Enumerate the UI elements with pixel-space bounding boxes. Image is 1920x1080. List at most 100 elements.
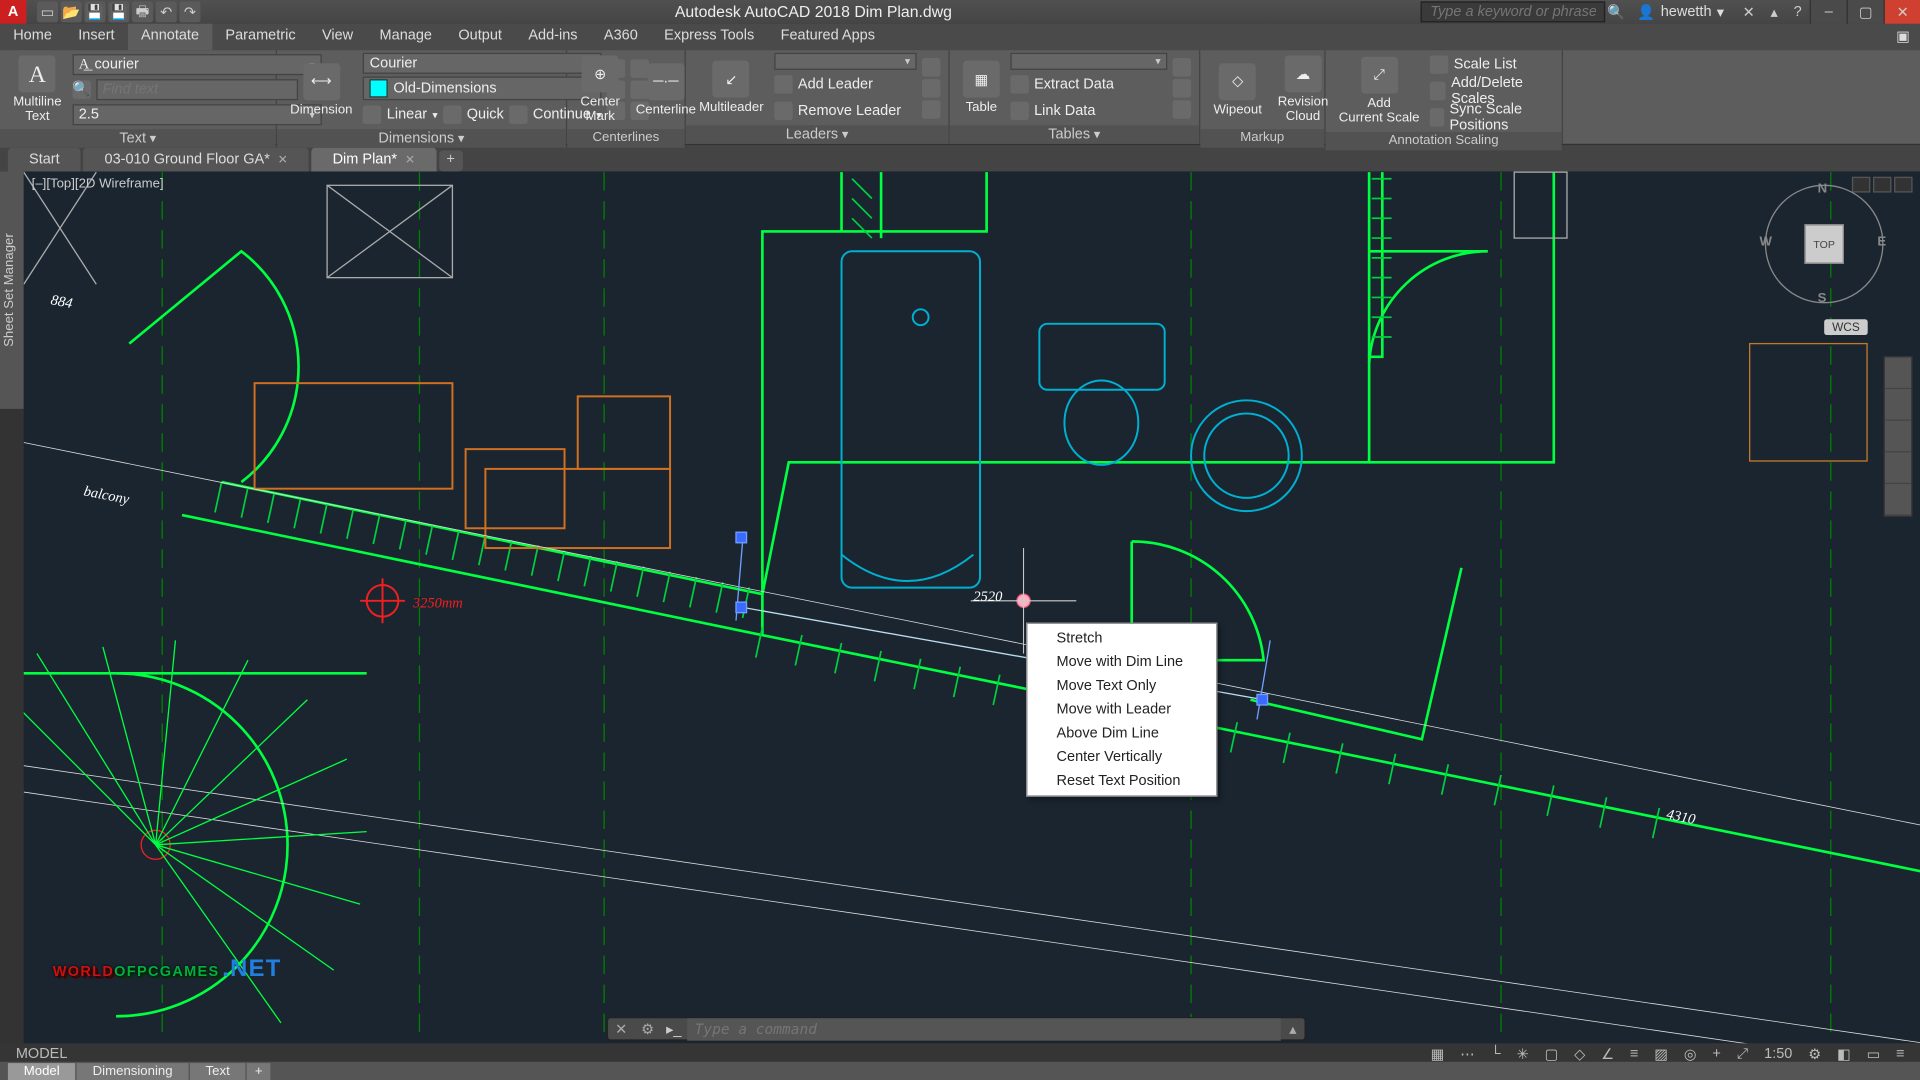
ctx-stretch[interactable]: Stretch	[1028, 627, 1217, 651]
qat-open-icon[interactable]: 📂	[61, 1, 82, 22]
sheet-set-manager-tab[interactable]: Sheet Set Manager	[0, 171, 24, 408]
ribbon-collapse-icon[interactable]: ▣	[1886, 24, 1920, 50]
sb-polar-icon[interactable]: ✳	[1511, 1045, 1534, 1062]
tab-express[interactable]: Express Tools	[651, 24, 767, 50]
sb-cycle-icon[interactable]: ◎	[1679, 1045, 1702, 1062]
extract-data-button[interactable]: Extract Data	[1034, 77, 1114, 93]
nav-pan-icon[interactable]	[1885, 389, 1911, 421]
sb-osnap-icon[interactable]: ▢	[1539, 1045, 1563, 1062]
new-tab-button[interactable]: +	[439, 150, 463, 171]
qat-saveas-icon[interactable]: 💾	[108, 1, 129, 22]
qat-new-icon[interactable]: ▭	[37, 1, 58, 22]
exchange-icon[interactable]: ✕	[1735, 3, 1763, 20]
file-tab-start[interactable]: Start	[8, 148, 81, 172]
tab-insert[interactable]: Insert	[65, 24, 128, 50]
layout-text[interactable]: Text	[190, 1062, 246, 1079]
revcloud-button[interactable]: ☁Revision Cloud	[1272, 53, 1333, 127]
ctx-move-text[interactable]: Move Text Only	[1028, 674, 1217, 698]
vp-close-icon[interactable]	[1894, 177, 1912, 193]
layout-model[interactable]: Model	[8, 1062, 76, 1079]
layout-add-button[interactable]: +	[247, 1062, 271, 1079]
panel-leader-title[interactable]: Leaders ▾	[686, 125, 948, 143]
table-o3-icon[interactable]	[1173, 100, 1191, 118]
table-o2-icon[interactable]	[1173, 78, 1191, 96]
panel-table-title[interactable]: Tables ▾	[950, 125, 1199, 143]
tab-addins[interactable]: Add-ins	[515, 24, 591, 50]
add-leader-button[interactable]: Add Leader	[798, 77, 873, 93]
qat-undo-icon[interactable]: ↶	[156, 1, 177, 22]
scale-display[interactable]: 1:50	[1759, 1046, 1798, 1062]
panel-text-title[interactable]: Text ▾	[0, 129, 276, 147]
viewcube[interactable]: N E S W TOP	[1765, 185, 1884, 304]
sb-iso-icon[interactable]: ◧	[1832, 1045, 1856, 1062]
maximize-button[interactable]: ▢	[1847, 0, 1884, 24]
tab-manage[interactable]: Manage	[366, 24, 445, 50]
a360-icon[interactable]: ▴	[1763, 3, 1786, 20]
center-mark-button[interactable]: ⊕Center Mark	[575, 53, 625, 127]
close-icon[interactable]: ✕	[278, 152, 288, 167]
sb-snap-icon[interactable]: ⋯	[1455, 1045, 1480, 1062]
panel-dim-title[interactable]: Dimensions ▾	[277, 129, 566, 147]
find-text-input[interactable]	[96, 79, 298, 100]
nav-showmotion-icon[interactable]	[1885, 484, 1911, 516]
command-input[interactable]	[687, 1018, 1282, 1040]
quick-button[interactable]: Quick	[467, 107, 504, 123]
multiline-text-button[interactable]: A Multiline Text	[8, 53, 67, 127]
sb-custom-icon[interactable]: ≡	[1891, 1046, 1910, 1062]
tab-output[interactable]: Output	[445, 24, 515, 50]
linear-button[interactable]: Linear	[387, 107, 427, 123]
sb-3dosnap-icon[interactable]: ◇	[1569, 1045, 1591, 1062]
close-icon[interactable]: ✕	[405, 152, 415, 167]
nav-preview[interactable]	[1749, 343, 1868, 462]
wipeout-button[interactable]: ◇Wipeout	[1208, 60, 1267, 119]
sb-grid-icon[interactable]: ▦	[1425, 1045, 1449, 1062]
leader-o2-icon[interactable]	[922, 78, 940, 96]
wcs-indicator[interactable]: WCS	[1824, 319, 1868, 335]
leader-style-dropdown[interactable]: ▾	[774, 53, 917, 70]
tab-view[interactable]: View	[309, 24, 367, 50]
link-data-button[interactable]: Link Data	[1034, 103, 1095, 119]
sb-otrack-icon[interactable]: ∠	[1596, 1045, 1620, 1062]
qat-save-icon[interactable]: 💾	[84, 1, 105, 22]
cmd-config-icon[interactable]: ⚙	[634, 1020, 660, 1037]
layout-dim[interactable]: Dimensioning	[77, 1062, 189, 1079]
nav-orbit-icon[interactable]	[1885, 452, 1911, 484]
ctx-move-leader[interactable]: Move with Leader	[1028, 698, 1217, 722]
tab-parametric[interactable]: Parametric	[212, 24, 309, 50]
leader-o1-icon[interactable]	[922, 57, 940, 75]
scale-sync-button[interactable]: Sync Scale Positions	[1449, 102, 1553, 134]
ctx-center-vert[interactable]: Center Vertically	[1028, 745, 1217, 769]
table-o1-icon[interactable]	[1173, 57, 1191, 75]
file-tab-ground[interactable]: 03-010 Ground Floor GA*✕	[83, 148, 308, 172]
drawing-canvas[interactable]: [–][Top][2D Wireframe]	[24, 171, 1920, 1043]
model-space-button[interactable]: MODEL	[11, 1046, 73, 1062]
close-button[interactable]: ✕	[1884, 0, 1920, 24]
minimize-button[interactable]: –	[1810, 0, 1847, 24]
ctx-above-dimline[interactable]: Above Dim Line	[1028, 721, 1217, 745]
sb-clean-icon[interactable]: ▭	[1861, 1045, 1885, 1062]
help-search-input[interactable]	[1421, 1, 1606, 22]
dim-style-dropdown[interactable]: Old-Dimensions▾	[363, 77, 601, 101]
multileader-button[interactable]: ↙Multileader	[694, 58, 769, 117]
scale-list-button[interactable]: Scale List	[1454, 57, 1517, 73]
tab-annotate[interactable]: Annotate	[128, 24, 212, 50]
viewport-label[interactable]: [–][Top][2D Wireframe]	[32, 177, 164, 192]
dim-font-dropdown[interactable]: Courier▾	[363, 53, 601, 74]
qat-plot-icon[interactable]: 🖶	[132, 1, 153, 22]
nav-zoom-icon[interactable]	[1885, 421, 1911, 453]
tab-home[interactable]: Home	[0, 24, 65, 50]
remove-leader-button[interactable]: Remove Leader	[798, 103, 901, 119]
tab-featured[interactable]: Featured Apps	[767, 24, 888, 50]
ctx-move-dimline[interactable]: Move with Dim Line	[1028, 650, 1217, 674]
nav-wheel-icon[interactable]	[1885, 357, 1911, 389]
table-style-dropdown[interactable]: ▾	[1010, 53, 1167, 70]
app-menu-button[interactable]: A	[0, 0, 26, 24]
compass-e[interactable]: E	[1877, 235, 1886, 250]
cmd-close-icon[interactable]: ✕	[608, 1020, 634, 1037]
help-icon[interactable]: ?	[1786, 4, 1810, 20]
sb-annomon-icon[interactable]: +	[1707, 1046, 1726, 1062]
add-scale-button[interactable]: ⤢Add Current Scale	[1334, 54, 1425, 128]
sb-ortho-icon[interactable]: └	[1485, 1046, 1506, 1062]
table-button[interactable]: ▦Table	[958, 58, 1005, 117]
viewcube-face[interactable]: TOP	[1804, 224, 1844, 264]
